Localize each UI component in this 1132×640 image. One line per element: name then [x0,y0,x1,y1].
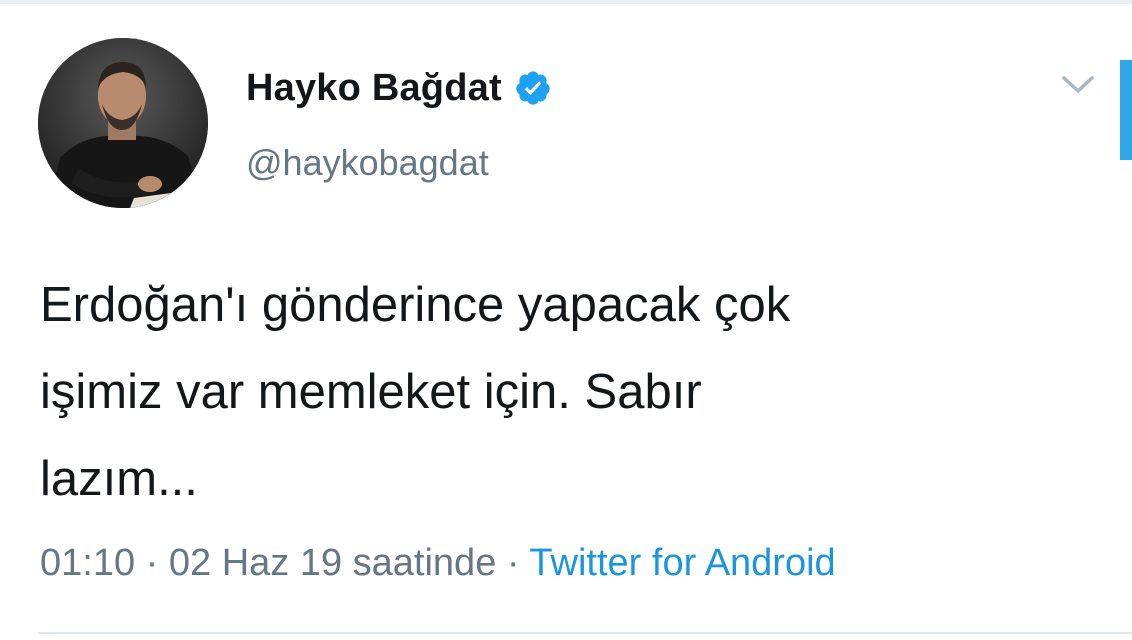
meta-separator: · [145,542,159,584]
scrollbar[interactable] [1120,60,1132,160]
tweet-meta: 01:10 · 02 Haz 19 saatinde · Twitter for… [40,542,836,585]
bottom-divider [38,632,1132,634]
chevron-down-icon[interactable] [1058,68,1098,100]
verified-badge-icon [514,69,552,107]
user-handle[interactable]: @haykobagdat [246,142,489,184]
tweet-card: Hayko Bağdat @haykobagdat Erdoğan'ı gönd… [0,0,1132,640]
tweet-text: Erdoğan'ı gönderince yapacak çok işimiz … [40,278,791,506]
tweet-date[interactable]: 02 Haz 19 saatinde [169,542,496,584]
top-divider [0,0,1132,4]
avatar[interactable] [38,38,208,208]
author-row: Hayko Bağdat [246,62,552,114]
tweet-time[interactable]: 01:10 [40,542,135,584]
meta-separator: · [506,542,520,584]
avatar-photo [38,38,208,208]
tweet-source-link[interactable]: Twitter for Android [529,542,835,584]
display-name[interactable]: Hayko Bağdat [246,67,502,110]
